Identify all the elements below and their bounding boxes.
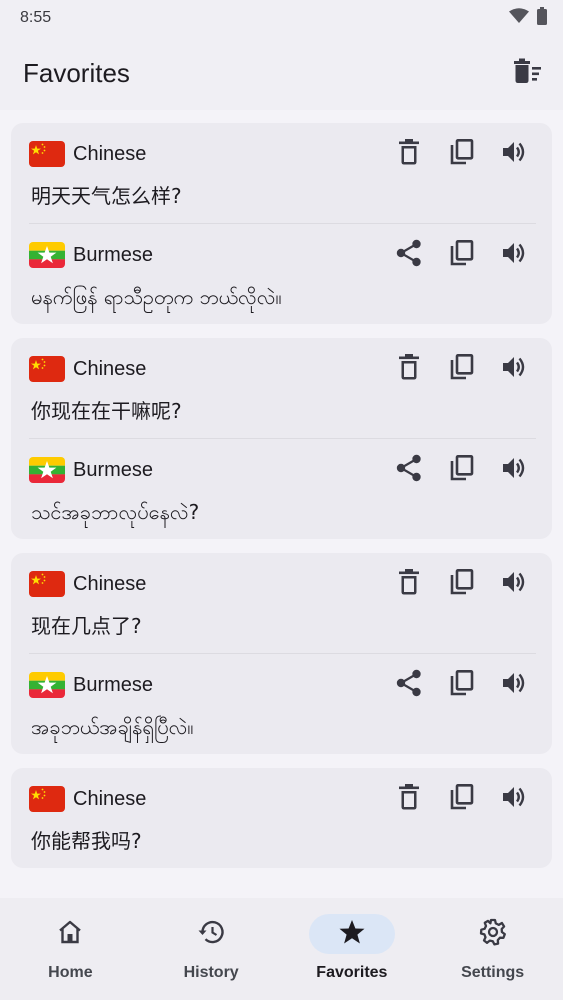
language-label: Chinese [73,142,147,165]
source-text: 现在几点了? [31,614,142,638]
language-label: Burmese [73,673,154,696]
china-flag-icon [29,786,65,812]
source-text: 你能帮我吗? [31,829,142,853]
china-flag-icon [29,141,65,167]
nav-item-history[interactable]: History [141,914,281,982]
china-flag-icon [29,571,65,597]
clear-favorites-button[interactable] [507,53,547,93]
share-icon [396,239,422,271]
wifi-icon [509,8,529,28]
copy-button[interactable] [441,453,483,487]
copy-icon [450,568,474,599]
speak-button[interactable] [494,352,536,386]
delete-button[interactable] [388,782,430,816]
favorite-card: Chinese 你能帮我吗? [11,768,552,868]
source-entry: Chinese 明天天气怎么样? [29,123,536,223]
speak-button[interactable] [494,668,536,702]
trash-icon [398,139,420,169]
delete-sweep-icon [512,58,542,88]
trash-icon [398,784,420,814]
copy-button[interactable] [441,567,483,601]
app-bar: Favorites [0,36,563,110]
copy-icon [450,454,474,485]
copy-icon [450,239,474,270]
speak-button[interactable] [494,137,536,171]
copy-icon [450,669,474,700]
trash-icon [398,354,420,384]
copy-button[interactable] [441,782,483,816]
copy-button[interactable] [441,668,483,702]
target-entry: Burmese မနက်ဖြန် ရာသီဥတုက ဘယ်လိုလဲ။ [29,223,536,324]
source-entry: Chinese 你现在在干嘛呢? [29,338,536,438]
delete-button[interactable] [388,567,430,601]
source-text: 明天天气怎么样? [31,184,182,208]
copy-icon [450,138,474,169]
language-label: Burmese [73,458,154,481]
speak-button[interactable] [494,782,536,816]
target-entry: Burmese အခုဘယ်အချိန်ရှိပြီလဲ။ [29,653,536,754]
status-time: 8:55 [20,9,52,26]
china-flag-icon [29,356,65,382]
share-button[interactable] [388,238,430,272]
nav-item-favorites[interactable]: Favorites [282,914,422,982]
star-icon [338,919,366,949]
myanmar-flag-icon [29,457,65,483]
share-button[interactable] [388,453,430,487]
speak-button[interactable] [494,453,536,487]
battery-icon [537,7,547,29]
source-entry: Chinese 你能帮我吗? [29,768,536,868]
volume-icon [502,785,528,813]
copy-button[interactable] [441,238,483,272]
nav-item-settings[interactable]: Settings [423,914,563,982]
trash-icon [398,569,420,599]
share-icon [396,454,422,486]
volume-icon [502,671,528,699]
bottom-navigation: Home History Favorites Settings [0,898,563,1000]
nav-label: Settings [461,964,525,981]
favorite-card: Chinese 明天天气怎么样? Burmese မနက်ဖြန် ရာသီဥတ… [11,123,552,324]
speak-button[interactable] [494,238,536,272]
volume-icon [502,140,528,168]
target-text: မနက်ဖြန် ရာသီဥတုက ဘယ်လိုလဲ။ [31,285,282,309]
nav-label: Home [48,964,93,981]
myanmar-flag-icon [29,242,65,268]
favorite-card: Chinese 现在几点了? Burmese အခုဘယ်အချိန်ရှိပြ… [11,553,552,754]
target-entry: Burmese သင်အခုဘာလုပ်နေလဲ? [29,438,536,539]
nav-label: History [183,964,239,981]
volume-icon [502,355,528,383]
favorites-list[interactable]: Chinese 明天天气怎么样? Burmese မနက်ဖြန် ရာသီဥတ… [0,110,563,898]
language-label: Chinese [73,787,147,810]
copy-button[interactable] [441,137,483,171]
status-icons [509,7,547,29]
target-text: အခုဘယ်အချိန်ရှိပြီလဲ။ [31,715,194,739]
copy-icon [450,783,474,814]
home-icon [57,919,83,949]
share-button[interactable] [388,668,430,702]
nav-label: Favorites [316,964,388,981]
source-text: 你现在在干嘛呢? [31,399,182,423]
delete-button[interactable] [388,352,430,386]
source-entry: Chinese 现在几点了? [29,553,536,653]
language-label: Burmese [73,243,154,266]
volume-icon [502,570,528,598]
delete-button[interactable] [388,137,430,171]
volume-icon [502,241,528,269]
favorite-card: Chinese 你现在在干嘛呢? Burmese သင်အခုဘာလုပ်နေလ… [11,338,552,539]
share-icon [396,669,422,701]
copy-button[interactable] [441,352,483,386]
volume-icon [502,456,528,484]
status-bar: 8:55 [0,0,563,36]
nav-item-home[interactable]: Home [0,914,140,982]
language-label: Chinese [73,572,147,595]
language-label: Chinese [73,357,147,380]
target-text: သင်အခုဘာလုပ်နေလဲ? [31,500,200,524]
gear-icon [479,918,507,950]
copy-icon [450,353,474,384]
page-title: Favorites [23,57,130,88]
history-icon [197,919,225,949]
speak-button[interactable] [494,567,536,601]
myanmar-flag-icon [29,672,65,698]
